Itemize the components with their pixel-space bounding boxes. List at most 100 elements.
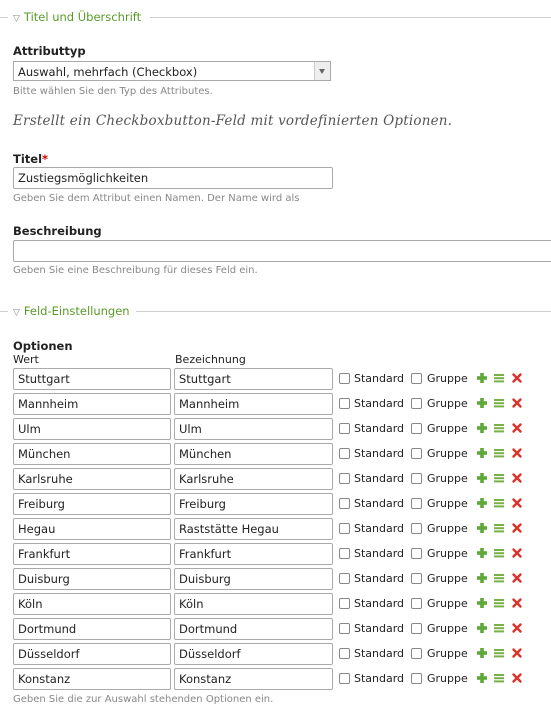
drag-handle-icon[interactable] — [493, 546, 505, 560]
option-label-input[interactable]: Frankfurt — [174, 543, 333, 565]
plus-icon[interactable] — [476, 546, 488, 560]
option-value-input[interactable]: Stuttgart — [13, 368, 171, 390]
option-value-input[interactable]: Konstanz — [13, 668, 171, 690]
option-label-input[interactable]: Konstanz — [174, 668, 333, 690]
delete-icon[interactable] — [511, 471, 523, 485]
standard-checkbox[interactable] — [339, 598, 350, 609]
group-checkbox[interactable] — [411, 373, 422, 384]
plus-icon[interactable] — [476, 646, 488, 660]
delete-icon[interactable] — [511, 546, 523, 560]
option-label-input[interactable]: Freiburg — [174, 493, 333, 515]
group-checkbox[interactable] — [411, 598, 422, 609]
plus-icon[interactable] — [476, 421, 488, 435]
option-value-input[interactable]: Karlsruhe — [13, 468, 171, 490]
drag-handle-icon[interactable] — [493, 471, 505, 485]
group-checkbox[interactable] — [411, 423, 422, 434]
standard-checkbox[interactable] — [339, 373, 350, 384]
drag-handle-icon[interactable] — [493, 446, 505, 460]
plus-icon[interactable] — [476, 496, 488, 510]
delete-icon[interactable] — [511, 646, 523, 660]
standard-checkbox[interactable] — [339, 523, 350, 534]
plus-icon[interactable] — [476, 621, 488, 635]
option-value-input[interactable]: Hegau — [13, 518, 171, 540]
option-label-input[interactable]: München — [174, 443, 333, 465]
section-legend[interactable]: ▽ Titel und Überschrift — [13, 10, 148, 24]
group-checkbox[interactable] — [411, 648, 422, 659]
plus-icon[interactable] — [476, 521, 488, 535]
option-label-input[interactable]: Karlsruhe — [174, 468, 333, 490]
delete-icon[interactable] — [511, 671, 523, 685]
standard-checkbox[interactable] — [339, 673, 350, 684]
standard-checkbox[interactable] — [339, 573, 350, 584]
drag-handle-icon[interactable] — [493, 646, 505, 660]
option-label-input[interactable]: Mannheim — [174, 393, 333, 415]
plus-icon[interactable] — [476, 396, 488, 410]
option-value-input[interactable]: München — [13, 443, 171, 465]
plus-icon[interactable] — [476, 471, 488, 485]
drag-handle-icon[interactable] — [493, 671, 505, 685]
title-input[interactable]: Zustiegsmöglichkeiten — [13, 167, 333, 189]
option-label-input[interactable]: Raststätte Hegau — [174, 518, 333, 540]
option-value-input[interactable]: Köln — [13, 593, 171, 615]
group-checkbox[interactable] — [411, 623, 422, 634]
delete-icon[interactable] — [511, 396, 523, 410]
group-checkbox[interactable] — [411, 448, 422, 459]
option-label-input[interactable]: Düsseldorf — [174, 643, 333, 665]
section-feld-einstellungen-legend[interactable]: ▽ Feld-Einstellungen — [0, 304, 551, 318]
plus-icon[interactable] — [476, 671, 488, 685]
option-label-input[interactable]: Köln — [174, 593, 333, 615]
delete-icon[interactable] — [511, 621, 523, 635]
option-value-input[interactable]: Mannheim — [13, 393, 171, 415]
section-titel-legend[interactable]: ▽ Titel und Überschrift — [0, 10, 551, 24]
option-value-input[interactable]: Freiburg — [13, 493, 171, 515]
standard-checkbox[interactable] — [339, 498, 350, 509]
plus-icon[interactable] — [476, 371, 488, 385]
delete-icon[interactable] — [511, 571, 523, 585]
delete-icon[interactable] — [511, 421, 523, 435]
group-checkbox[interactable] — [411, 498, 422, 509]
option-value-input[interactable]: Düsseldorf — [13, 643, 171, 665]
option-label-input[interactable]: Stuttgart — [174, 368, 333, 390]
group-checkbox[interactable] — [411, 573, 422, 584]
drag-handle-icon[interactable] — [493, 521, 505, 535]
drag-handle-icon[interactable] — [493, 421, 505, 435]
standard-checkbox[interactable] — [339, 548, 350, 559]
attribute-type-select[interactable]: Auswahl, mehrfach (Checkbox) — [13, 61, 331, 81]
standard-checkbox[interactable] — [339, 473, 350, 484]
collapse-triangle-icon[interactable]: ▽ — [13, 14, 20, 24]
group-checkbox[interactable] — [411, 473, 422, 484]
delete-icon[interactable] — [511, 446, 523, 460]
group-checkbox[interactable] — [411, 523, 422, 534]
option-label-input[interactable]: Dortmund — [174, 618, 333, 640]
section-legend[interactable]: ▽ Feld-Einstellungen — [13, 304, 136, 318]
delete-icon[interactable] — [511, 521, 523, 535]
drag-handle-icon[interactable] — [493, 571, 505, 585]
option-value-input[interactable]: Ulm — [13, 418, 171, 440]
option-label-input[interactable]: Ulm — [174, 418, 333, 440]
group-checkbox[interactable] — [411, 548, 422, 559]
delete-icon[interactable] — [511, 371, 523, 385]
plus-icon[interactable] — [476, 446, 488, 460]
collapse-triangle-icon[interactable]: ▽ — [13, 308, 20, 318]
drag-handle-icon[interactable] — [493, 496, 505, 510]
delete-icon[interactable] — [511, 596, 523, 610]
standard-checkbox[interactable] — [339, 448, 350, 459]
option-value-input[interactable]: Duisburg — [13, 568, 171, 590]
dropdown-button[interactable] — [314, 62, 330, 80]
delete-icon[interactable] — [511, 496, 523, 510]
standard-checkbox[interactable] — [339, 623, 350, 634]
standard-checkbox[interactable] — [339, 423, 350, 434]
standard-checkbox[interactable] — [339, 398, 350, 409]
drag-handle-icon[interactable] — [493, 371, 505, 385]
option-label-input[interactable]: Duisburg — [174, 568, 333, 590]
drag-handle-icon[interactable] — [493, 396, 505, 410]
plus-icon[interactable] — [476, 571, 488, 585]
standard-checkbox[interactable] — [339, 648, 350, 659]
group-checkbox[interactable] — [411, 398, 422, 409]
option-value-input[interactable]: Dortmund — [13, 618, 171, 640]
drag-handle-icon[interactable] — [493, 596, 505, 610]
description-input[interactable] — [13, 240, 551, 262]
plus-icon[interactable] — [476, 596, 488, 610]
drag-handle-icon[interactable] — [493, 621, 505, 635]
option-value-input[interactable]: Frankfurt — [13, 543, 171, 565]
